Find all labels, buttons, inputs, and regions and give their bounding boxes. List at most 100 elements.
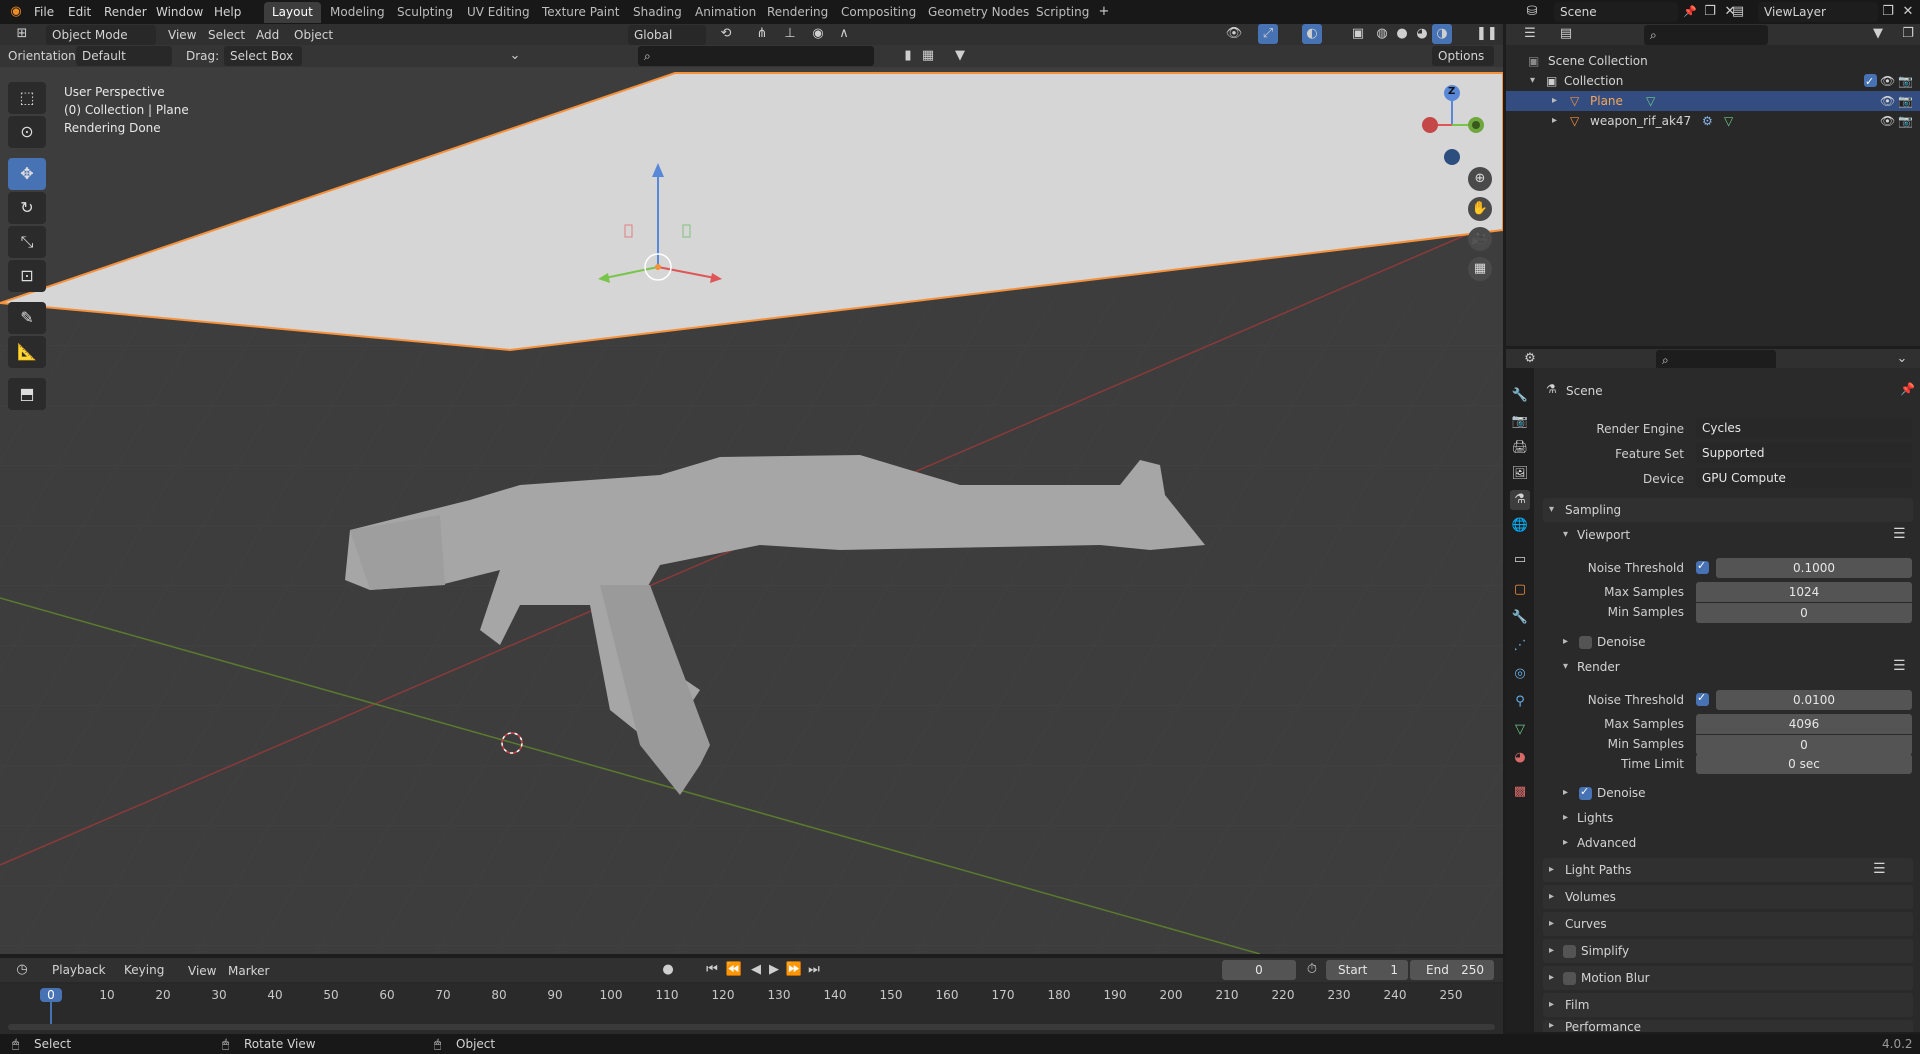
play-icon[interactable]: ▶ [764,960,784,980]
tab-modeling[interactable]: Modeling [322,2,393,23]
tab-scripting[interactable]: Scripting [1028,2,1097,23]
proportional-edit-icon[interactable]: ◉ [808,24,828,44]
pan-hand-icon[interactable]: ✋ [1468,197,1492,221]
device-dropdown[interactable]: GPU Compute [1696,468,1912,488]
wireframe-shading-icon[interactable]: ◍ [1372,24,1392,44]
tab-layout[interactable]: Layout [264,2,321,23]
snap-icon[interactable]: ⋔ [752,24,772,44]
play-reverse-icon[interactable]: ◀ [746,960,766,980]
r-denoise-checkbox[interactable] [1579,785,1592,800]
transform-tool-icon[interactable]: ⊡ [8,260,46,292]
bookmark-icon[interactable]: ▮ [898,46,918,66]
jump-end-icon[interactable]: ⏭ [804,960,824,980]
record-icon[interactable]: ● [658,960,678,980]
render-layer-icon[interactable]: ▤ [1728,2,1748,22]
tab-texture-paint[interactable]: Texture Paint [534,2,627,23]
sampling-panel-header[interactable]: ▾ Sampling [1543,498,1913,522]
volumes-panel[interactable]: ▸ Volumes [1543,885,1913,909]
menu-add[interactable]: Add [256,28,279,42]
weapon-camera-icon[interactable]: 📷 [1898,111,1913,131]
render-expand-icon[interactable]: ▾ [1563,661,1568,672]
tab-animation[interactable]: Animation [687,2,764,23]
menu-help[interactable]: Help [210,3,245,21]
measure-tool-icon[interactable]: 📐 [8,336,46,368]
particles-tab-icon[interactable]: ⋰ [1510,636,1530,656]
render-subpanel-header[interactable]: ▾ Render ☰ [1543,656,1913,678]
vp-denoise-checkbox[interactable] [1579,636,1592,649]
performance-panel[interactable]: ▸ Performance [1543,1020,1913,1032]
tab-rendering[interactable]: Rendering [759,2,836,23]
transform-orientation-dropdown[interactable]: Global [628,25,706,45]
weapon-expand-icon[interactable]: ▸ [1552,111,1557,131]
advanced-subpanel[interactable]: ▸ Advanced [1543,832,1913,854]
collection-row[interactable]: ▾ ▣ Collection 👁 📷 [1506,71,1920,92]
curves-expand-icon[interactable]: ▸ [1549,918,1554,929]
camera-view-icon[interactable]: 🎥 [1468,227,1492,251]
menu-object[interactable]: Object [294,28,333,42]
curves-panel[interactable]: ▸ Curves [1543,912,1913,936]
zoom-icon[interactable]: ⊕ [1468,167,1492,191]
menu-select[interactable]: Select [208,28,245,42]
vp-max-field[interactable]: 1024 [1696,582,1912,602]
tool-tab-icon[interactable]: 🔧 [1510,386,1530,406]
tab-shading[interactable]: Shading [625,2,690,23]
vp-noise-checkbox[interactable] [1696,559,1709,574]
r-denoise-subpanel[interactable]: ▸ Denoise [1543,782,1913,804]
overlay-toggle-icon[interactable]: ◐ [1302,24,1322,44]
drag-dropdown[interactable]: Select Box [224,46,302,66]
feature-set-dropdown[interactable]: Supported [1696,443,1912,463]
film-expand-icon[interactable]: ▸ [1549,999,1554,1010]
render-presets-icon[interactable]: ☰ [1893,658,1906,674]
next-keyframe-icon[interactable]: ⏩ [784,960,804,980]
weapon-eye-icon[interactable]: 👁 [1880,111,1895,131]
playback-menu[interactable]: Playback [46,960,116,980]
rotate-tool-icon[interactable]: ↻ [8,192,46,224]
lights-subpanel[interactable]: ▸ Lights [1543,807,1913,829]
new-layer-icon[interactable]: ❐ [1878,2,1898,22]
vp-min-field[interactable]: 0 [1696,603,1912,623]
viewport-search-input[interactable]: ⌕ [638,46,874,66]
motion-blur-panel[interactable]: ▸ Motion Blur [1543,966,1913,990]
menu-file[interactable]: File [30,3,58,21]
vp-noise-field[interactable]: 0.1000 [1716,558,1912,578]
end-frame-field[interactable]: End 250 [1410,960,1494,980]
tab-sculpting[interactable]: Sculpting [389,2,461,23]
timeline-editor-icon[interactable]: ◷ [12,960,32,980]
collection-eye-icon[interactable]: 👁 [1880,71,1895,91]
vp-denoise-subpanel[interactable]: ▸ Denoise [1543,631,1913,653]
viewport-expand-icon[interactable]: ▾ [1563,529,1568,540]
outliner-editor-icon[interactable]: ☰ [1520,24,1540,44]
blender-logo-icon[interactable]: ◉ [6,2,26,22]
mode-dropdown[interactable]: Object Mode [46,25,156,45]
menu-window[interactable]: Window [152,3,207,21]
menu-view[interactable]: View [168,28,196,42]
move-tool-icon[interactable]: ✥ [8,158,46,190]
timeline-view-menu[interactable]: View [188,964,216,978]
view-layer-field[interactable]: ViewLayer [1758,2,1878,22]
solid-shading-icon[interactable]: ● [1392,24,1412,44]
outliner-search-input[interactable]: ⌕ [1644,25,1768,45]
volumes-expand-icon[interactable]: ▸ [1549,891,1554,902]
tab-geometry-nodes[interactable]: Geometry Nodes [920,2,1037,23]
close-layer-icon[interactable]: ✕ [1898,2,1918,22]
viewport-subpanel-header[interactable]: ▾ Viewport ☰ [1543,524,1913,546]
new-scene-icon[interactable]: ❐ [1700,2,1720,22]
options-dropdown[interactable]: Options [1432,46,1494,66]
render-engine-dropdown[interactable]: Cycles [1696,418,1912,438]
sampling-expand-icon[interactable]: ▾ [1549,504,1554,515]
keying-menu[interactable]: Keying [118,960,178,980]
menu-edit[interactable]: Edit [64,3,95,21]
snap-target-icon[interactable]: ⊥ [780,24,800,44]
new-collection-icon[interactable]: ❐ [1898,24,1918,44]
r-max-field[interactable]: 4096 [1696,714,1912,734]
light-paths-panel[interactable]: ▸ Light Paths ☰ [1543,858,1913,882]
scene-collection-row[interactable]: ▣ Scene Collection [1506,51,1920,71]
select-box-tool-icon[interactable]: ⬚ [8,82,46,114]
cursor-tool-icon[interactable]: ⊙ [8,116,46,148]
pause-render-icon[interactable]: ❚❚ [1476,24,1498,44]
timeline-scrollbar[interactable] [8,1024,1495,1030]
outliner-item-weapon[interactable]: ▸ ▽ weapon_rif_ak47 ⚙ ▽ 👁 📷 [1506,111,1920,131]
simplify-panel[interactable]: ▸ Simplify [1543,939,1913,963]
prev-keyframe-icon[interactable]: ⏪ [724,960,744,980]
r-denoise-expand-icon[interactable]: ▸ [1563,787,1568,798]
